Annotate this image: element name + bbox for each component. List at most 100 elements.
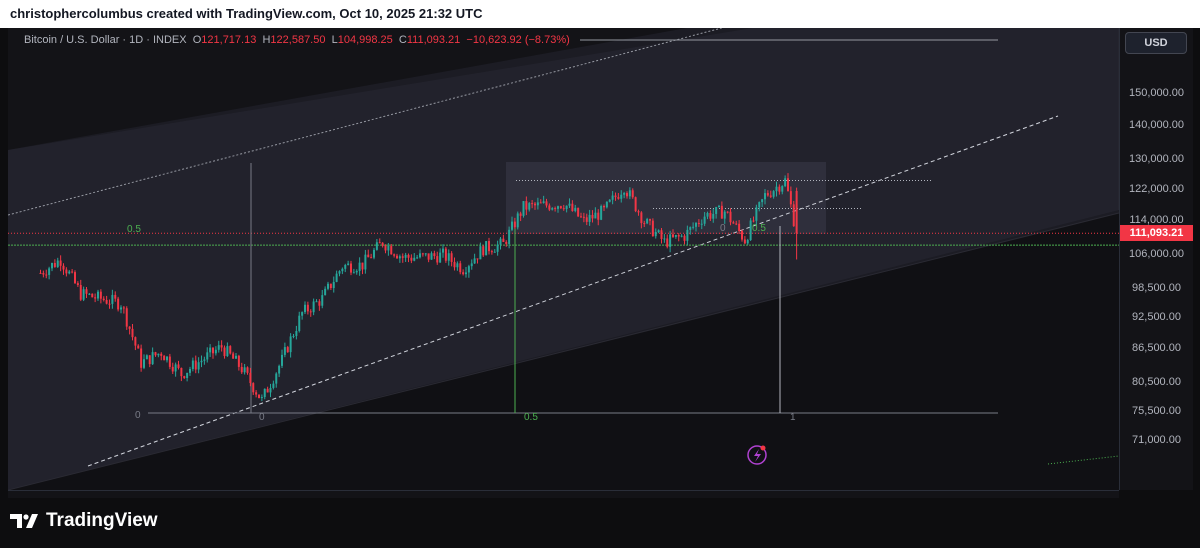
candle-body	[706, 212, 709, 217]
candle-body	[677, 234, 680, 237]
candle-body	[792, 204, 795, 227]
candle-body	[703, 216, 706, 224]
candle-body	[631, 190, 634, 198]
candle-body	[784, 178, 787, 187]
candle-body	[292, 335, 295, 337]
candle-body	[88, 293, 91, 295]
candle-body	[419, 253, 421, 258]
candle-body	[720, 205, 723, 219]
candle-body	[407, 254, 410, 258]
candle-body	[249, 372, 252, 384]
fib-label-zero-left: 0	[135, 410, 141, 421]
candle-body	[447, 253, 450, 261]
candle-body	[787, 178, 789, 192]
brand-name: TradingView	[46, 510, 158, 531]
candle-body	[355, 270, 358, 273]
price-axis-label: 92,500.00	[1132, 311, 1181, 324]
candle-body	[674, 234, 677, 237]
candle-body	[404, 254, 407, 258]
chart-plot-area[interactable]: 0 0 0.5 0.5 0.5 1 0 Bitcoin / U.S. Dolla…	[8, 28, 1119, 490]
candle-body	[53, 263, 56, 267]
candle-body	[580, 216, 582, 218]
candle-body	[381, 242, 384, 246]
fib-label-one: 1	[790, 412, 796, 423]
tradingview-logo[interactable]: TradingView	[10, 510, 158, 532]
candle-body	[387, 245, 390, 251]
candle-body	[605, 201, 608, 208]
candle-body	[235, 355, 237, 359]
candle-body	[74, 272, 76, 284]
candle-body	[669, 234, 672, 247]
candle-body	[214, 349, 217, 354]
candle-body	[203, 359, 206, 361]
candle-body	[551, 208, 554, 210]
candle-body	[171, 366, 174, 372]
candle-body	[390, 245, 393, 255]
candle-body	[301, 312, 304, 316]
candle-body	[298, 315, 301, 331]
legend-close: 111,093.21	[406, 34, 461, 46]
candle-body	[646, 219, 649, 224]
candle-body	[413, 257, 416, 261]
candle-body	[375, 242, 378, 250]
candle-body	[266, 388, 269, 393]
candle-body	[59, 260, 62, 266]
legend-open-label: O	[192, 34, 202, 46]
candle-body	[370, 257, 373, 259]
candle-body	[111, 294, 114, 304]
candle-body	[295, 330, 298, 336]
candle-body	[327, 283, 329, 289]
candle-body	[352, 272, 355, 274]
price-axis[interactable]: 150,000.00 140,000.00 130,000.00 122,000.00…	[1119, 28, 1193, 490]
candle-body	[758, 202, 761, 208]
candle-body	[48, 268, 51, 275]
candle-body	[424, 253, 427, 255]
candle-body	[626, 193, 628, 197]
fib-label-half-bottom: 0.5	[524, 412, 538, 423]
last-price-tag: 111,093.21	[1120, 225, 1193, 242]
candle-body	[726, 211, 729, 213]
candle-body	[157, 353, 160, 356]
candle-body	[283, 347, 286, 355]
candle-body	[732, 222, 735, 224]
candle-body	[358, 262, 361, 271]
candle-body	[444, 248, 447, 261]
symbol-legend: Bitcoin / U.S. Dollar · 1D · INDEX O121,…	[24, 34, 570, 46]
candle-body	[666, 238, 669, 247]
candle-body	[568, 203, 571, 206]
candle-body	[715, 206, 718, 214]
candle-body	[557, 206, 559, 209]
fib-label-half-left: 0.5	[127, 224, 141, 235]
candle-body	[350, 263, 352, 273]
candle-body	[367, 254, 370, 258]
candle-body	[789, 191, 792, 205]
candle-body	[378, 242, 381, 244]
candle-body	[137, 345, 140, 349]
candle-body	[735, 223, 738, 225]
candle-body	[131, 328, 134, 338]
legend-symbol: Bitcoin / U.S. Dollar · 1D · INDEX	[24, 34, 187, 46]
candle-body	[309, 311, 312, 313]
candle-body	[94, 297, 97, 299]
candle-body	[467, 266, 470, 273]
candle-body	[168, 356, 171, 367]
currency-button[interactable]: USD	[1125, 32, 1187, 54]
candle-body	[695, 223, 697, 227]
candle-body	[427, 253, 430, 260]
candle-body	[416, 257, 419, 259]
candle-body	[490, 251, 493, 253]
candle-body	[620, 194, 623, 199]
candle-body	[542, 201, 545, 204]
candle-body	[39, 272, 42, 274]
candle-body	[396, 255, 398, 259]
candle-body	[384, 245, 387, 251]
candle-body	[393, 254, 396, 256]
candle-body	[361, 262, 364, 270]
price-axis-label: 71,000.00	[1132, 434, 1181, 446]
candle-body	[206, 352, 209, 360]
legend-change: −10,623.92 (−8.73%)	[466, 34, 570, 46]
candle-body	[672, 234, 674, 237]
candle-body	[778, 186, 781, 192]
candle-body	[600, 205, 603, 220]
candle-body	[114, 294, 117, 299]
